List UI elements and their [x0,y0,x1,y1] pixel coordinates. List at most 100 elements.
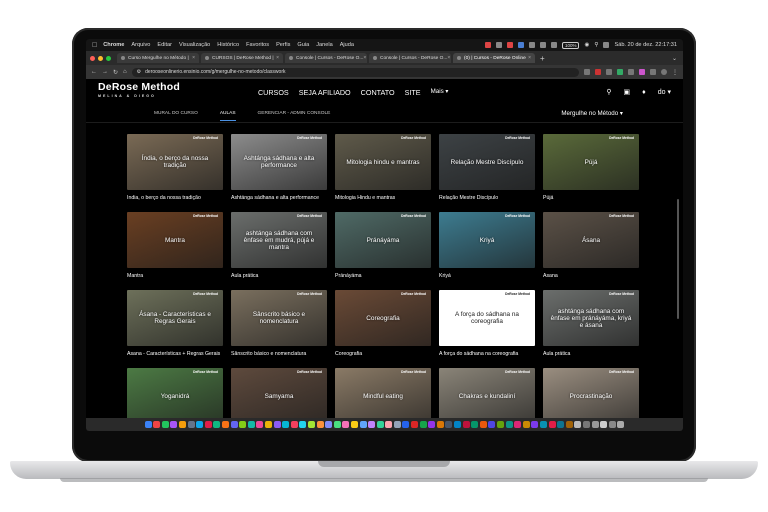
dock-app-icon[interactable] [196,421,204,428]
dock-app-icon[interactable] [600,421,608,428]
dock-app-icon[interactable] [299,421,307,428]
dock-app-icon[interactable] [608,421,616,428]
close-tab-icon[interactable]: × [528,55,531,61]
lesson-caption[interactable]: Aula prática [231,273,327,290]
dock-app-icon[interactable] [307,421,315,428]
browser-tab[interactable]: Console | Cursos - DeRose O... × [369,53,451,63]
lesson-thumbnail[interactable]: DeRose Method Pránáyáma [335,212,431,268]
tray-app-icon[interactable] [539,42,546,48]
dock-app-icon[interactable] [368,421,376,428]
tab-mural-do-curso[interactable]: MURAL DO CURSO [154,107,198,120]
menu-perfis[interactable]: Perfis [276,42,290,48]
lesson-thumbnail[interactable]: DeRose Method Relação Mestre Discípulo [439,134,535,190]
menu-favoritos[interactable]: Favoritos [246,42,269,48]
close-tab-icon[interactable]: × [447,55,450,61]
lesson-card[interactable]: DeRose Method Mantra Mantra [127,212,223,290]
lesson-thumbnail[interactable]: DeRose Method Ásana - Características e R… [127,290,223,346]
close-tab-icon[interactable]: × [363,55,366,61]
dock-app-icon[interactable] [488,421,496,428]
nav-cursos[interactable]: CURSOS [258,88,289,97]
dock-app-icon[interactable] [617,421,625,428]
dock-app-icon[interactable] [153,421,161,428]
lesson-card[interactable]: DeRose Method Sânscrito básico e nomencla… [231,290,327,368]
lesson-caption[interactable]: Ashtánga sádhana e alta performance [231,195,327,212]
dock-app-icon[interactable] [239,421,247,428]
close-tab-icon[interactable]: × [276,55,279,61]
dock-app-icon[interactable] [505,421,513,428]
dock-app-icon[interactable] [222,421,230,428]
tray-record-icon[interactable] [506,42,513,48]
lesson-thumbnail[interactable]: DeRose Method Ashtánga sádhana e alta per… [231,134,327,190]
back-icon[interactable]: ← [91,69,97,75]
reload-icon[interactable]: ↻ [113,69,118,76]
home-icon[interactable]: ⌂ [123,69,127,75]
extension-icon[interactable] [584,69,590,75]
lesson-thumbnail[interactable]: DeRose Method Índia, o berço da nossa tra… [127,134,223,190]
tray-app-icon[interactable] [484,42,491,48]
dock-app-icon[interactable] [557,421,565,428]
dock-app-icon[interactable] [531,421,539,428]
dock-app-icon[interactable] [591,421,599,428]
site-logo[interactable]: DeRose Method MELINA & DIEGO [98,82,180,101]
dock-app-icon[interactable] [230,421,238,428]
dock-app-icon[interactable] [497,421,505,428]
lesson-thumbnail[interactable]: DeRose Method ashtánga sádhana com ênfase… [231,212,327,268]
dock-app-icon[interactable] [333,421,341,428]
lesson-caption[interactable]: Índia, o berço da nossa tradição [127,195,223,212]
maximize-window-icon[interactable] [106,55,111,61]
lesson-caption[interactable]: Mitologia Hindu e mantras [335,195,431,212]
dock-app-icon[interactable] [393,421,401,428]
dock-app-icon[interactable] [204,421,212,428]
lesson-thumbnail[interactable]: DeRose Method Sânscrito básico e nomencla… [231,290,327,346]
menu-historico[interactable]: Histórico [217,42,239,48]
scrollbar[interactable] [677,199,679,319]
dock-app-icon[interactable] [282,421,290,428]
nav-more[interactable]: Mais ▾ [431,88,449,97]
lesson-thumbnail[interactable]: DeRose Method Mindful eating [335,368,431,424]
search-icon[interactable]: ⚲ [594,42,598,48]
control-center-icon[interactable] [603,42,610,48]
dock-app-icon[interactable] [574,421,582,428]
dock-app-icon[interactable] [213,421,221,428]
lesson-card[interactable]: DeRose Method Mitologia hindu e mantras Mi… [335,134,431,212]
dock-app-icon[interactable] [402,421,410,428]
lesson-thumbnail[interactable]: DeRose Method Samyama [231,368,327,424]
extension-icon[interactable] [595,69,601,75]
lesson-thumbnail[interactable]: DeRose Method Kriyá [439,212,535,268]
tab-gerenciar[interactable]: GERENCIAR - ADMIN CONSOLE [258,107,331,120]
site-info-icon[interactable]: ⚙ [137,69,141,75]
dock-app-icon[interactable] [359,421,367,428]
dock-app-icon[interactable] [565,421,573,428]
dock-app-icon[interactable] [471,421,479,428]
dock-app-icon[interactable] [548,421,556,428]
menubar-clock[interactable]: Sáb. 20 de dez. 22:17:31 [614,42,677,48]
address-bar[interactable]: ⚙ derooseonlinerio.ensinio.com/g/mergulh… [131,67,579,77]
battery-indicator[interactable]: 100% [561,41,580,49]
lesson-card[interactable]: DeRose Method Ásana Ásana [543,212,639,290]
dock-app-icon[interactable] [522,421,530,428]
dock-app-icon[interactable] [247,421,255,428]
close-window-icon[interactable] [90,55,95,61]
dock-app-icon[interactable] [582,421,590,428]
lesson-card[interactable]: DeRose Method ashtánga sádhana com ênfase… [543,290,639,368]
dock-app-icon[interactable] [161,421,169,428]
dock-app-icon[interactable] [514,421,522,428]
lesson-caption[interactable]: Aula prática [543,351,639,368]
bell-icon[interactable]: ♦ [642,89,646,96]
lesson-card[interactable]: DeRose Method Pújá Pújá [543,134,639,212]
dock-app-icon[interactable] [350,421,358,428]
dock-app-icon[interactable] [144,421,152,428]
lesson-thumbnail[interactable]: DeRose Method Mantra [127,212,223,268]
lesson-card[interactable]: DeRose Method A força do sádhana na coreo… [439,290,535,368]
dock-app-icon[interactable] [462,421,470,428]
dock-app-icon[interactable] [325,421,333,428]
nav-seja-afiliado[interactable]: SEJA AFILIADO [299,88,351,97]
tray-app-icon[interactable] [495,42,502,48]
lesson-caption[interactable]: Coreografia [335,351,431,368]
lesson-caption[interactable]: Mantra [127,273,223,290]
apple-icon[interactable]:  [92,42,97,49]
lesson-thumbnail[interactable]: DeRose Method Pújá [543,134,639,190]
lesson-thumbnail[interactable]: DeRose Method ashtánga sádhana com ênfase… [543,290,639,346]
search-icon[interactable]: ⚲ [606,88,611,96]
dock-app-icon[interactable] [539,421,547,428]
